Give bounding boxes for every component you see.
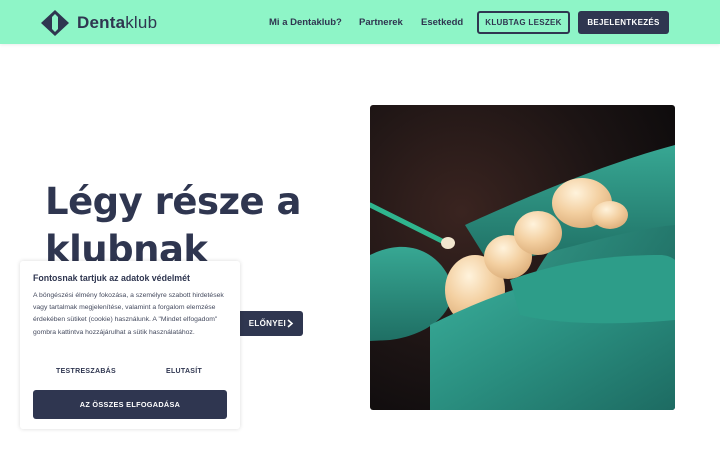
login-button[interactable]: BEJELENTKEZÉS: [578, 11, 669, 34]
nav-link-about[interactable]: Mi a Dentaklub?: [269, 17, 342, 28]
cookie-title: Fontosnak tartjuk az adatok védelmét: [33, 273, 190, 283]
dental-crown-photo: [370, 105, 675, 410]
cookie-description: A böngészési élmény fokozása, a személyr…: [33, 292, 224, 336]
nav-link-case-tuesday[interactable]: Esetkedd: [421, 17, 463, 28]
nav-link-partners[interactable]: Partnerek: [359, 17, 403, 28]
benefits-button[interactable]: ELŐNYEI: [230, 311, 303, 336]
reject-button[interactable]: ELUTASÍT: [166, 368, 202, 375]
logo[interactable]: Dentaklub: [41, 10, 157, 36]
chevron-right-icon: [287, 319, 294, 328]
top-navbar: Dentaklub Mi a Dentaklub? Partnerek Eset…: [0, 0, 720, 44]
benefits-button-label: ELŐNYEI: [248, 319, 286, 328]
cookie-consent-dialog: Fontosnak tartjuk az adatok védelmét A b…: [20, 261, 240, 429]
accept-all-button[interactable]: AZ ÖSSZES ELFOGADÁSA: [33, 390, 227, 419]
dentaklub-logo-icon: [41, 10, 69, 36]
join-club-button[interactable]: KLUBTAG LESZEK: [477, 11, 570, 34]
customize-button[interactable]: TESTRESZABÁS: [56, 368, 116, 375]
hero-title: Légy része a klubnak: [45, 180, 302, 271]
hero-image: [370, 105, 675, 410]
logo-text: Dentaklub: [77, 13, 158, 32]
